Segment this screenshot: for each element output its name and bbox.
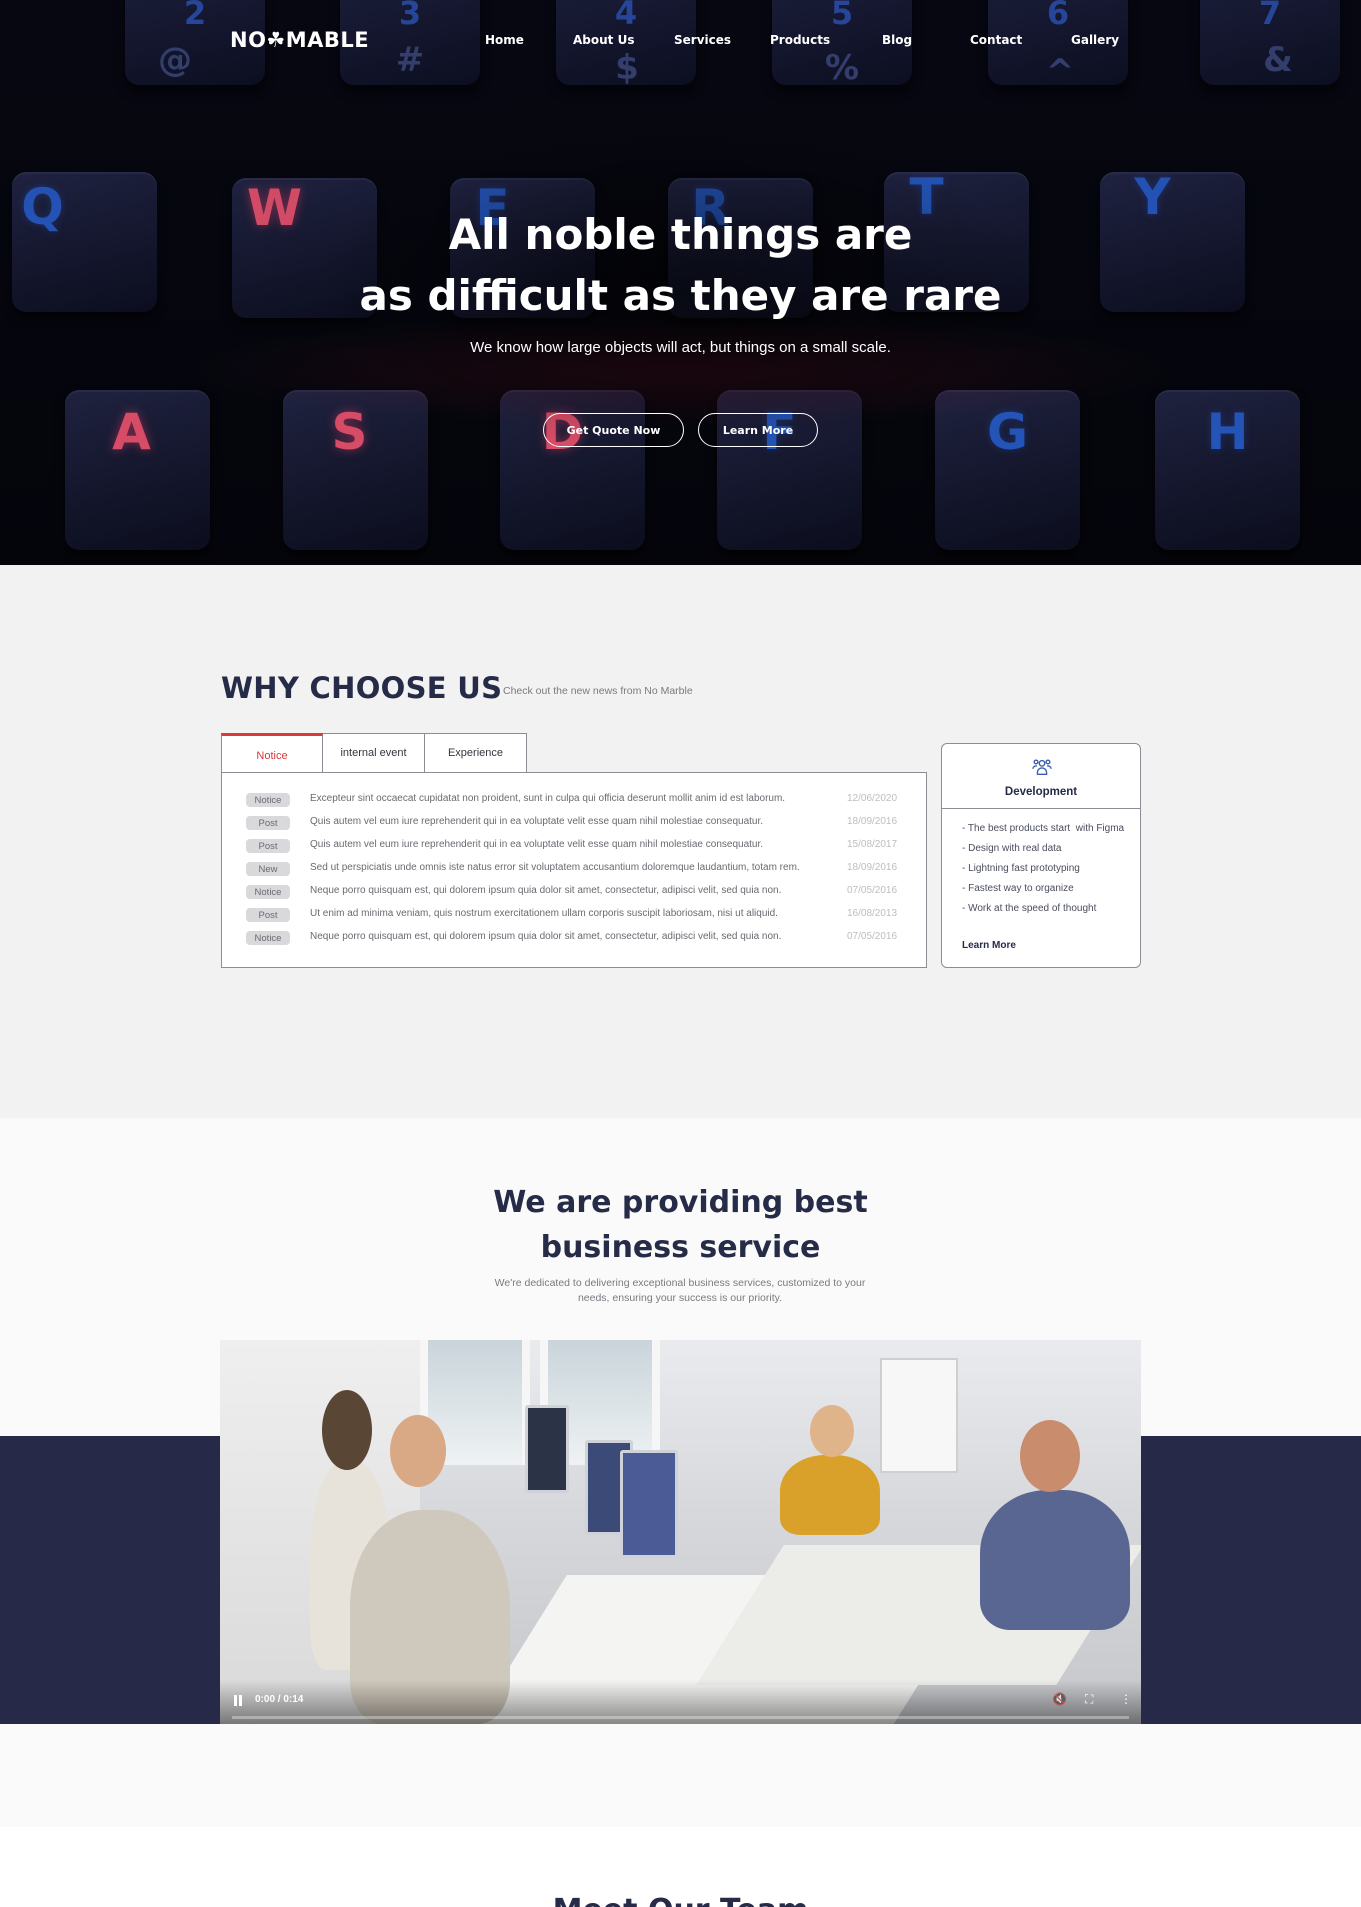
list-item[interactable]: New Sed ut perspiciatis unde omnis iste … xyxy=(222,857,928,880)
video-scene-person-head xyxy=(322,1390,372,1470)
video-scene-person-head xyxy=(390,1415,446,1487)
nav-blog[interactable]: Blog xyxy=(882,33,912,47)
status-badge: New xyxy=(246,862,290,876)
get-quote-button[interactable]: Get Quote Now xyxy=(543,413,684,447)
nav-products[interactable]: Products xyxy=(770,33,830,47)
video-scene-monitor xyxy=(525,1405,569,1493)
notice-date: 18/09/2016 xyxy=(847,816,898,827)
nav-home[interactable]: Home xyxy=(485,33,524,47)
notice-tabs: Notice internal event Experience xyxy=(221,733,527,774)
learn-more-button[interactable]: Learn More xyxy=(698,413,818,447)
development-learn-more-link[interactable]: Learn More xyxy=(962,940,1016,951)
video-scene-person-head xyxy=(1020,1420,1080,1492)
development-card-title: Development xyxy=(1004,786,1078,798)
hero-subtitle: We know how large objects will act, but … xyxy=(470,339,891,356)
service-title-line-1: We are providing best xyxy=(493,1185,868,1220)
list-item[interactable]: Post Ut enim ad minima veniam, quis nost… xyxy=(222,903,928,926)
users-icon xyxy=(1032,759,1052,776)
tab-experience[interactable]: Experience xyxy=(425,733,527,773)
video-scene-person xyxy=(780,1455,880,1535)
notice-text[interactable]: Sed ut perspiciatis unde omnis iste natu… xyxy=(310,862,826,873)
list-item[interactable]: Post Quis autem vel eum iure reprehender… xyxy=(222,811,928,834)
more-icon[interactable]: ⋮ xyxy=(1120,1692,1132,1706)
nav-contact[interactable]: Contact xyxy=(970,33,1022,47)
hero-title-line-2: as difficult as they are rare xyxy=(359,271,1002,320)
business-service-section: We are providing best business service W… xyxy=(0,1118,1361,1827)
video-controls: 0:00 / 0:14 🔇 ⛶ ⋮ xyxy=(220,1680,1141,1724)
notice-list: Notice Excepteur sint occaecat cupidatat… xyxy=(221,772,927,968)
mute-icon[interactable]: 🔇 xyxy=(1052,1692,1067,1706)
pause-icon[interactable] xyxy=(233,1695,243,1706)
status-badge: Post xyxy=(246,816,290,830)
nav-services[interactable]: Services xyxy=(674,33,731,47)
list-item: - Work at the speed of thought xyxy=(962,903,1097,914)
service-title-line-2: business service xyxy=(540,1230,821,1265)
development-feature-list: - The best products start with Figma - D… xyxy=(962,822,1134,922)
video-frame-office-scene xyxy=(220,1340,1141,1724)
why-choose-us-section: WHY CHOOSE US Check out the new news fro… xyxy=(0,565,1361,1118)
video-scene-person xyxy=(980,1490,1130,1630)
tab-notice[interactable]: Notice xyxy=(221,733,323,774)
status-badge: Post xyxy=(246,908,290,922)
video-scene-monitor xyxy=(620,1450,678,1558)
list-item[interactable]: Notice Excepteur sint occaecat cupidatat… xyxy=(222,788,928,811)
notice-date: 16/08/2013 xyxy=(847,908,898,919)
nav-gallery[interactable]: Gallery xyxy=(1071,33,1119,47)
team-title: Meet Our Team xyxy=(0,1893,1361,1907)
notice-text[interactable]: Ut enim ad minima veniam, quis nostrum e… xyxy=(310,908,826,919)
why-subtitle: Check out the new news from No Marble xyxy=(503,685,693,697)
notice-text[interactable]: Excepteur sint occaecat cupidatat non pr… xyxy=(310,793,826,804)
list-item: - Fastest way to organize xyxy=(962,883,1074,894)
status-badge: Notice xyxy=(246,931,290,945)
notice-date: 12/06/2020 xyxy=(847,793,898,804)
notice-text[interactable]: Quis autem vel eum iure reprehenderit qu… xyxy=(310,839,826,850)
fullscreen-icon[interactable]: ⛶ xyxy=(1085,1692,1093,1706)
service-title: We are providing best business service xyxy=(0,1180,1361,1270)
service-subtitle: We're dedicated to delivering exceptiona… xyxy=(494,1277,866,1304)
why-title: WHY CHOOSE US xyxy=(221,671,503,705)
list-item: - The best products start with Figma xyxy=(962,823,1125,834)
tab-internal-event[interactable]: internal event xyxy=(323,733,425,773)
list-item[interactable]: Notice Neque porro quisquam est, qui dol… xyxy=(222,926,928,949)
nav-about-us[interactable]: About Us xyxy=(573,33,634,47)
list-item[interactable]: Notice Neque porro quisquam est, qui dol… xyxy=(222,880,928,903)
status-badge: Post xyxy=(246,839,290,853)
hero-title: All noble things are as difficult as the… xyxy=(0,204,1361,326)
status-badge: Notice xyxy=(246,793,290,807)
notice-date: 07/05/2016 xyxy=(847,885,898,896)
development-card: Development - The best products start wi… xyxy=(941,743,1141,968)
hero-section: 2 3 4 5 6 7 @ # $ % ^ & Q W E R T Y A S … xyxy=(0,0,1361,565)
video-progress-bar[interactable] xyxy=(232,1716,1129,1719)
status-badge: Notice xyxy=(246,885,290,899)
video-scene-whiteboard xyxy=(880,1358,958,1473)
video-scene-person-head xyxy=(810,1405,854,1457)
video-time: 0:00 / 0:14 xyxy=(255,1694,304,1705)
notice-date: 18/09/2016 xyxy=(847,862,898,873)
office-video-player[interactable]: 0:00 / 0:14 🔇 ⛶ ⋮ xyxy=(220,1340,1141,1724)
development-card-header: Development xyxy=(942,744,1140,809)
notice-date: 07/05/2016 xyxy=(847,931,898,942)
hero-title-line-1: All noble things are xyxy=(448,210,913,259)
site-logo[interactable]: NO☘MABLE xyxy=(230,28,369,52)
notice-date: 15/08/2017 xyxy=(847,839,898,850)
list-item: - Design with real data xyxy=(962,843,1062,854)
list-item: - Lightning fast prototyping xyxy=(962,863,1080,874)
notice-text[interactable]: Neque porro quisquam est, qui dolorem ip… xyxy=(310,931,826,942)
list-item[interactable]: Post Quis autem vel eum iure reprehender… xyxy=(222,834,928,857)
team-section: Meet Our Team xyxy=(0,1827,1361,1907)
main-nav: NO☘MABLE Home About Us Services Products… xyxy=(0,0,1361,84)
notice-text[interactable]: Quis autem vel eum iure reprehenderit qu… xyxy=(310,816,826,827)
notice-text[interactable]: Neque porro quisquam est, qui dolorem ip… xyxy=(310,885,826,896)
